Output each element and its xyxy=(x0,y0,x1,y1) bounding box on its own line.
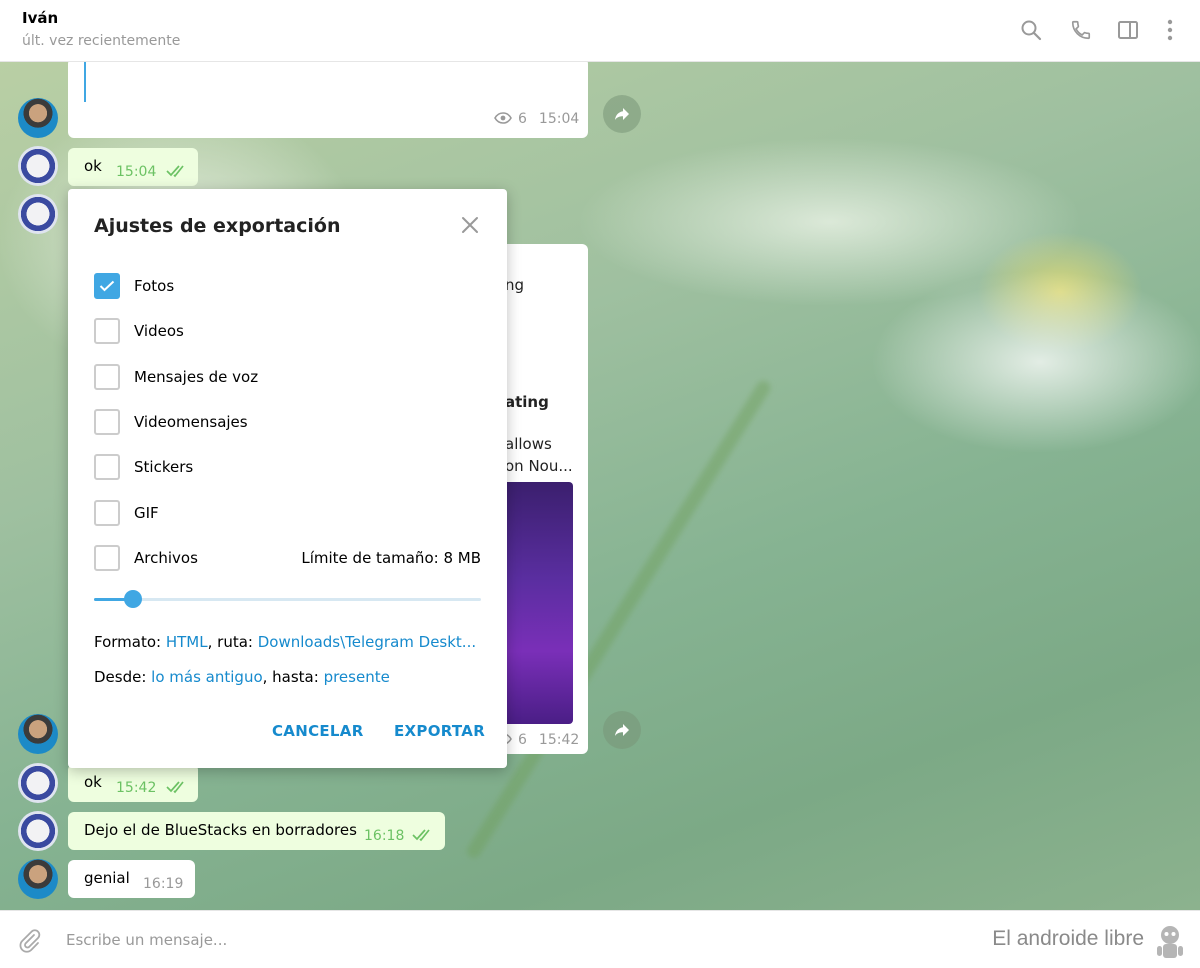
forward-icon[interactable] xyxy=(603,95,641,133)
message-bubble[interactable]: 6 15:04 xyxy=(68,62,588,138)
option-videomensajes[interactable]: Videomensajes xyxy=(94,409,484,435)
chat-status: últ. vez recientemente xyxy=(22,33,181,49)
date-range-line: Desde: lo más antiguo, hasta: presente xyxy=(94,668,390,686)
phone-icon[interactable] xyxy=(1068,17,1094,43)
message-input[interactable] xyxy=(66,928,916,952)
avatar[interactable] xyxy=(18,763,58,803)
option-fotos[interactable]: Fotos xyxy=(94,273,484,299)
message-time: 16:18 xyxy=(364,828,405,844)
checkbox-archivos[interactable] xyxy=(94,545,120,571)
path-link[interactable]: Downloads\Telegram Deskt... xyxy=(258,633,476,651)
message-bubble[interactable]: genial 16:19 xyxy=(68,860,195,898)
message-text: genial xyxy=(84,869,130,887)
forward-icon[interactable] xyxy=(603,711,641,749)
message-time: 15:04 xyxy=(538,111,580,127)
format-label: Formato: xyxy=(94,633,166,651)
option-label: Mensajes de voz xyxy=(134,368,259,386)
message-composer: El androide libre xyxy=(0,910,1200,968)
message-text: ok xyxy=(84,773,102,791)
message-bubble[interactable]: ok 15:42 xyxy=(68,764,198,802)
checkbox-videomensajes[interactable] xyxy=(94,409,120,435)
export-button[interactable]: EXPORTAR xyxy=(394,722,485,740)
to-link[interactable]: presente xyxy=(324,668,390,686)
double-check-icon xyxy=(166,164,188,182)
option-label: Archivos xyxy=(134,549,198,567)
double-check-icon xyxy=(166,780,188,798)
export-settings-dialog: Ajustes de exportación Fotos Videos Mens… xyxy=(68,189,507,768)
avatar[interactable] xyxy=(18,714,58,754)
avatar[interactable] xyxy=(18,859,58,899)
slider-handle[interactable] xyxy=(123,590,142,608)
eye-icon xyxy=(494,110,512,128)
option-mensajes-de-voz[interactable]: Mensajes de voz xyxy=(94,364,484,390)
message-time: 15:42 xyxy=(116,780,157,796)
check-icon xyxy=(99,277,115,296)
option-label: Stickers xyxy=(134,458,194,476)
option-videos[interactable]: Videos xyxy=(94,318,484,344)
avatar[interactable] xyxy=(18,194,58,234)
message-time: 15:04 xyxy=(116,164,157,180)
option-gif[interactable]: GIF xyxy=(94,500,484,526)
message-bubble[interactable]: Dejo el de BlueStacks en borradores 16:1… xyxy=(68,812,445,850)
avatar[interactable] xyxy=(18,811,58,851)
cancel-button[interactable]: CANCELAR xyxy=(272,722,364,740)
checkbox-videos[interactable] xyxy=(94,318,120,344)
path-label: , ruta: xyxy=(207,633,258,651)
chat-header: Iván últ. vez recientemente xyxy=(0,0,1200,62)
from-label: Desde: xyxy=(94,668,152,686)
checkbox-mensajes-de-voz[interactable] xyxy=(94,364,120,390)
message-bubble[interactable]: ok 15:04 xyxy=(68,148,198,186)
preview-fragment: ng xyxy=(505,276,525,294)
option-label: Fotos xyxy=(134,277,175,295)
more-icon[interactable] xyxy=(1157,17,1183,43)
search-icon[interactable] xyxy=(1018,17,1044,43)
size-limit-label: Límite de tamaño: 8 MB xyxy=(301,549,481,567)
from-link[interactable]: lo más antiguo xyxy=(151,668,262,686)
to-label: , hasta: xyxy=(262,668,324,686)
dialog-title: Ajustes de exportación xyxy=(94,215,341,237)
watermark: El androide libre xyxy=(992,927,1144,950)
sidebar-icon[interactable] xyxy=(1115,17,1141,43)
option-label: Videomensajes xyxy=(134,413,248,431)
view-count: 6 xyxy=(518,111,527,127)
preview-fragment: on Nou... xyxy=(505,457,573,475)
chat-title[interactable]: Iván xyxy=(22,9,58,27)
message-time: 15:42 xyxy=(538,732,580,748)
robot-icon xyxy=(1154,923,1186,963)
option-label: Videos xyxy=(134,322,184,340)
size-limit-slider[interactable] xyxy=(94,590,481,608)
view-count: 6 xyxy=(518,732,527,748)
option-archivos[interactable]: Archivos xyxy=(94,545,274,571)
checkbox-gif[interactable] xyxy=(94,500,120,526)
option-stickers[interactable]: Stickers xyxy=(94,454,484,480)
quote-bar xyxy=(84,62,86,102)
format-link[interactable]: HTML xyxy=(166,633,208,651)
checkbox-fotos[interactable] xyxy=(94,273,120,299)
paperclip-icon[interactable] xyxy=(16,927,42,953)
close-icon[interactable] xyxy=(460,215,480,235)
message-text: Dejo el de BlueStacks en borradores xyxy=(84,821,357,839)
message-time: 16:19 xyxy=(143,876,184,892)
avatar[interactable] xyxy=(18,98,58,138)
preview-fragment: ating xyxy=(505,393,549,411)
avatar[interactable] xyxy=(18,146,58,186)
preview-image[interactable] xyxy=(505,482,573,724)
double-check-icon xyxy=(412,828,434,846)
message-text: ok xyxy=(84,157,102,175)
option-label: GIF xyxy=(134,504,159,522)
format-line: Formato: HTML, ruta: Downloads\Telegram … xyxy=(94,633,476,651)
preview-fragment: allows xyxy=(505,435,552,453)
checkbox-stickers[interactable] xyxy=(94,454,120,480)
